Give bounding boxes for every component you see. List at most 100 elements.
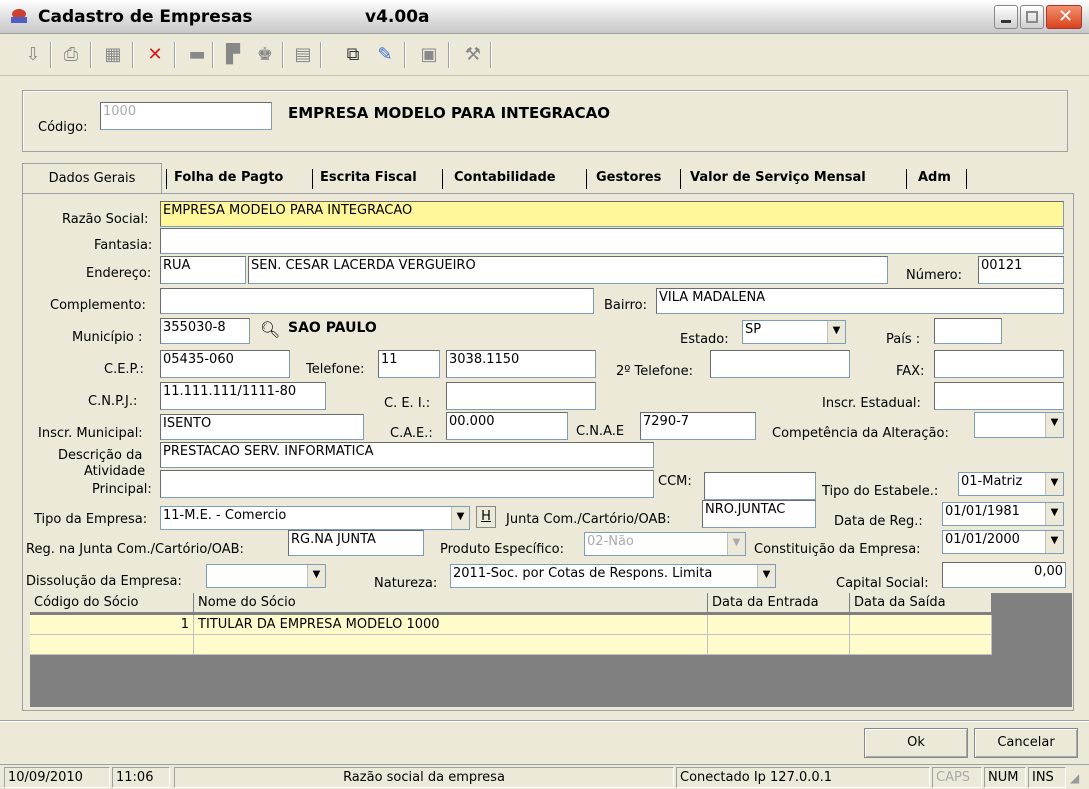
tipo-empresa-select[interactable]: 11-M.E. - Comercio ▼ <box>160 506 470 530</box>
grid-header-codigo[interactable]: Código do Sócio <box>30 593 194 613</box>
edit-icon[interactable]: ▤ <box>290 42 316 68</box>
tab-dados-gerais[interactable]: Dados Gerais <box>22 163 162 193</box>
municipio-input[interactable]: 355030-8 <box>160 318 250 344</box>
telefone2-input[interactable] <box>710 350 850 378</box>
binoculars-search-icon[interactable]: 🔍︎ <box>260 320 280 339</box>
data-reg-select[interactable]: 01/01/1981 ▼ <box>942 502 1064 526</box>
telefone-input[interactable]: 3038.1150 <box>446 350 596 378</box>
print-icon[interactable]: ⎙ <box>58 42 84 68</box>
tab-adm[interactable]: Adm <box>912 163 957 193</box>
fax-input[interactable] <box>934 350 1064 378</box>
constituicao-select[interactable]: 01/01/2000 ▼ <box>942 530 1064 554</box>
chevron-down-icon[interactable]: ▼ <box>757 565 775 587</box>
search-icon[interactable]: ♚ <box>252 42 278 68</box>
cei-input[interactable] <box>446 382 596 410</box>
grid-header-saida[interactable]: Data da Saída <box>850 593 992 613</box>
chevron-down-icon[interactable]: ▼ <box>1045 473 1063 495</box>
cnae-input[interactable]: 7290-7 <box>640 412 756 440</box>
dissolucao-label: Dissolução da Empresa: <box>26 574 182 589</box>
chevron-down-icon[interactable]: ▼ <box>307 565 325 587</box>
grid-cell-empty[interactable] <box>850 635 992 655</box>
natureza-select[interactable]: 2011-Soc. por Cotas de Respons. Limita ▼ <box>450 564 776 588</box>
junta-input[interactable]: NRO.JUNTAC <box>702 500 816 528</box>
h-button[interactable]: H <box>476 506 496 528</box>
tipo-estab-label: Tipo do Estabele.: <box>822 484 939 499</box>
tab-valor-servico[interactable]: Valor de Serviço Mensal <box>684 163 872 193</box>
grid-cell-nome[interactable]: TITULAR DA EMPRESA MODELO 1000 <box>194 615 708 635</box>
copy-icon[interactable]: ⧉ <box>340 42 366 68</box>
chevron-down-icon[interactable]: ▼ <box>1045 413 1063 437</box>
tipo-estab-select[interactable]: 01-Matriz ▼ <box>958 472 1064 496</box>
delete-icon[interactable]: ✕ <box>142 42 168 68</box>
grid-cell-entrada[interactable] <box>708 615 850 635</box>
chevron-down-icon[interactable]: ▼ <box>1045 503 1063 525</box>
ok-button[interactable]: Ok <box>864 728 968 758</box>
grid-header-entrada[interactable]: Data da Entrada <box>708 593 850 613</box>
chevron-down-icon[interactable]: ▼ <box>827 321 845 343</box>
report-icon[interactable]: ▛ <box>220 42 246 68</box>
grid-cell-empty[interactable] <box>708 635 850 655</box>
razao-social-input[interactable]: EMPRESA MODELO PARA INTEGRACAO <box>160 201 1064 227</box>
grid-cell-empty[interactable] <box>30 635 194 655</box>
resize-grip-icon[interactable]: ◢ <box>1070 771 1084 785</box>
reg-junta-label: Reg. na Junta Com./Cartório/OAB: <box>26 542 244 557</box>
maximize-button[interactable] <box>1020 5 1044 29</box>
codigo-input[interactable]: 1000 <box>100 102 272 130</box>
telefone-ddd-input[interactable]: 11 <box>378 350 440 378</box>
minimize-button[interactable] <box>994 5 1018 29</box>
settings-icon[interactable]: ▣ <box>416 42 442 68</box>
cnpj-input[interactable]: 11.111.111/1111-80 <box>160 382 326 410</box>
grid-cell-codigo[interactable]: 1 <box>30 615 194 635</box>
save-icon[interactable]: ▬ <box>184 42 210 68</box>
tab-folha-pagto[interactable]: Folha de Pagto <box>168 163 289 193</box>
exit-icon[interactable]: ⇩ <box>20 42 46 68</box>
ccm-input[interactable] <box>704 472 816 500</box>
inscr-municipal-label: Inscr. Municipal: <box>38 426 143 441</box>
telefone-label: Telefone: <box>306 362 365 377</box>
tab-separator <box>680 169 682 189</box>
capital-input[interactable]: 0,00 <box>942 562 1066 588</box>
cae-input[interactable]: 00.000 <box>446 412 568 440</box>
capital-label: Capital Social: <box>836 576 929 591</box>
descricao-input[interactable]: PRESTACAO SERV. INFORMATICA <box>160 442 654 468</box>
new-icon[interactable]: ▦ <box>100 42 126 68</box>
empresa-nome: EMPRESA MODELO PARA INTEGRACAO <box>288 104 611 122</box>
chevron-down-icon[interactable]: ▼ <box>727 533 745 555</box>
produto-select[interactable]: 02-Não ▼ <box>584 532 746 556</box>
tab-gestores[interactable]: Gestores <box>590 163 667 193</box>
chevron-down-icon[interactable]: ▼ <box>1045 531 1063 553</box>
complemento-input[interactable] <box>160 288 594 314</box>
inscr-estadual-input[interactable] <box>934 382 1064 410</box>
dissolucao-select[interactable]: ▼ <box>206 564 326 588</box>
status-ins: INS <box>1028 767 1066 788</box>
cancelar-button[interactable]: Cancelar <box>974 728 1078 758</box>
numero-input[interactable]: 00121 <box>978 256 1064 284</box>
natureza-label: Natureza: <box>374 576 438 591</box>
tab-escrita-fiscal[interactable]: Escrita Fiscal <box>314 163 423 193</box>
competencia-select[interactable]: ▼ <box>974 412 1064 438</box>
cep-input[interactable]: 05435-060 <box>160 350 290 378</box>
export-icon[interactable]: ✎ <box>372 42 398 68</box>
cnpj-label: C.N.P.J.: <box>88 394 138 409</box>
natureza-value: 2011-Soc. por Cotas de Respons. Limita <box>453 566 713 581</box>
estado-select[interactable]: SP ▼ <box>742 320 846 344</box>
close-button[interactable]: ✕ <box>1046 5 1082 29</box>
grid-cell-saida[interactable] <box>850 615 992 635</box>
minimize-icon <box>1001 20 1011 23</box>
atividade-input[interactable] <box>160 470 654 498</box>
reg-junta-input[interactable]: RG.NA JUNTA <box>288 530 424 556</box>
endereco-input[interactable]: SEN. CESAR LACERDA VERGUEIRO <box>248 256 888 284</box>
grid-cell-empty[interactable] <box>194 635 708 655</box>
endereco-tipo-input[interactable]: RUA <box>160 256 246 284</box>
pais-input[interactable] <box>934 318 1002 344</box>
chevron-down-icon[interactable]: ▼ <box>451 507 469 529</box>
bairro-input[interactable]: VILA MADALENA <box>656 288 1064 314</box>
constituicao-value: 01/01/2000 <box>945 532 1020 547</box>
grid-header-nome[interactable]: Nome do Sócio <box>194 593 708 613</box>
inscr-estadual-label: Inscr. Estadual: <box>822 396 921 411</box>
inscr-municipal-input[interactable]: ISENTO <box>160 414 364 440</box>
tab-contabilidade[interactable]: Contabilidade <box>448 163 562 193</box>
descricao-label: Descrição da <box>58 448 143 463</box>
fantasia-input[interactable] <box>160 228 1064 254</box>
tools-icon[interactable]: ⚒ <box>460 42 486 68</box>
